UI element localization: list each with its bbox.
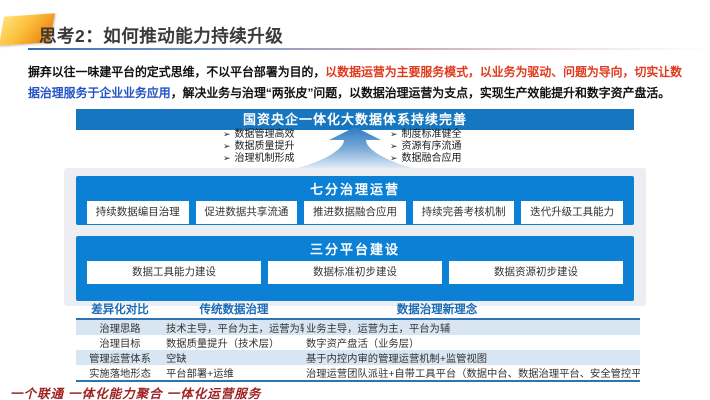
- list-item: ➢ 数据质量提升: [223, 141, 295, 153]
- platform-item: 数据标准初步建设: [268, 261, 442, 284]
- left-bullet-list: ➢ 数据管理高效 ➢ 数据质量提升 ➢ 治理机制形成: [223, 129, 295, 164]
- table-cell: 业务主导，运营为主，平台为辅: [304, 320, 640, 335]
- table-bottom-border: [76, 380, 640, 382]
- bullet-label: 数据质量提升: [235, 141, 295, 152]
- table-cell: 数据质量提升（技术层）: [164, 335, 304, 350]
- arrow-bullet-icon: ➢: [223, 129, 231, 141]
- arrow-bullet-icon: ➢: [223, 153, 231, 165]
- table-cell: 技术主导，平台为主，运营为辅: [164, 320, 304, 335]
- column-header: 差异化对比: [76, 301, 164, 317]
- table-row: 治理目标 数据质量提升（技术层） 数字资产盘活（业务层）: [76, 335, 640, 350]
- table-cell: 数字资产盘活（业务层）: [304, 335, 640, 350]
- governance-item: 持续数据编目治理: [87, 201, 189, 224]
- table-cell: 实施落地形态: [76, 365, 164, 380]
- table-row: 管理运营体系 空缺 基于内控内审的管理运营机制+监管视图: [76, 350, 640, 365]
- paragraph-line: 摒弃以往一味建平台的定式思维，不以平台部署为目的，以数据运营为主要服务模式，以业…: [28, 62, 688, 83]
- section-boxes: 持续数据编目治理 促进数据共享流通 推进数据融合应用 持续完善考核机制 迭代升级…: [87, 201, 623, 224]
- page-title: 思考2：如何推动能力持续升级: [39, 23, 283, 48]
- table-cell: 治理思路: [76, 320, 164, 335]
- comparison-table: 差异化对比 传统数据治理 数据治理新理念 治理思路 技术主导，平台为主，运营为辅…: [76, 300, 640, 382]
- governance-item: 迭代升级工具能力: [521, 201, 623, 224]
- bullet-label: 数据管理高效: [235, 129, 295, 140]
- platform-item: 数据工具能力建设: [87, 261, 261, 284]
- list-item: ➢ 治理机制形成: [223, 153, 295, 165]
- table-cell: 管理运营体系: [76, 350, 164, 365]
- section-title: 七分治理运营: [76, 179, 634, 198]
- governance-item: 促进数据共享流通: [196, 201, 298, 224]
- platform-section: 三分平台建设 数据工具能力建设 数据标准初步建设 数据资源初步建设: [76, 236, 634, 301]
- up-arrow-icon: [293, 126, 417, 170]
- intro-paragraph: 摒弃以往一味建平台的定式思维，不以平台部署为目的，以数据运营为主要服务模式，以业…: [28, 62, 688, 104]
- list-item: ➢ 数据管理高效: [223, 129, 295, 141]
- arrow-bullet-icon: ➢: [223, 141, 231, 153]
- governance-item: 持续完善考核机制: [413, 201, 515, 224]
- table-header-row: 差异化对比 传统数据治理 数据治理新理念: [76, 300, 640, 320]
- governance-item: 推进数据融合应用: [304, 201, 406, 224]
- bullet-label: 治理机制形成: [235, 153, 295, 164]
- paragraph-segment-red: 以数据运营为主要服务模式，以业务为驱动、问题为导向，切实让数: [325, 65, 682, 79]
- title-divider: [28, 48, 710, 50]
- footer-slogan: 一个联通 一体化能力聚合 一体化运营服务: [10, 383, 261, 400]
- paragraph-segment: ，解决业务与治理“两张皮”问题，以数据治理运营为支点，实现生产效能提升和数字资产…: [171, 86, 670, 100]
- table-cell: 平台部署+运维: [164, 365, 304, 380]
- column-header: 数据治理新理念: [304, 301, 640, 317]
- column-header: 传统数据治理: [164, 301, 304, 317]
- section-boxes: 数据工具能力建设 数据标准初步建设 数据资源初步建设: [87, 261, 623, 284]
- platform-item: 数据资源初步建设: [449, 261, 623, 284]
- table-cell: 治理目标: [76, 335, 164, 350]
- slide: 思考2：如何推动能力持续升级 摒弃以往一味建平台的定式思维，不以平台部署为目的，…: [0, 0, 710, 400]
- table-row: 实施落地形态 平台部署+运维 治理运营团队派驻+自带工具平台（数据中台、数据治理…: [76, 365, 640, 380]
- table-row: 治理思路 技术主导，平台为主，运营为辅 业务主导，运营为主，平台为辅: [76, 320, 640, 335]
- table-cell: 空缺: [164, 350, 304, 365]
- paragraph-segment-blue: 据治理服务于企业业务应用: [28, 86, 171, 100]
- paragraph-line: 据治理服务于企业业务应用，解决业务与治理“两张皮”问题，以数据治理运营为支点，实…: [28, 83, 688, 104]
- governance-section: 七分治理运营 持续数据编目治理 促进数据共享流通 推进数据融合应用 持续完善考核…: [76, 176, 634, 225]
- paragraph-segment: 摒弃以往一味建平台的定式思维，不以平台部署为目的，: [28, 65, 325, 79]
- table-cell: 基于内控内审的管理运营机制+监管视图: [304, 350, 640, 365]
- section-title: 三分平台建设: [76, 239, 634, 258]
- table-cell: 治理运营团队派驻+自带工具平台（数据中台、数据治理平台、安全管控平台）: [304, 365, 640, 380]
